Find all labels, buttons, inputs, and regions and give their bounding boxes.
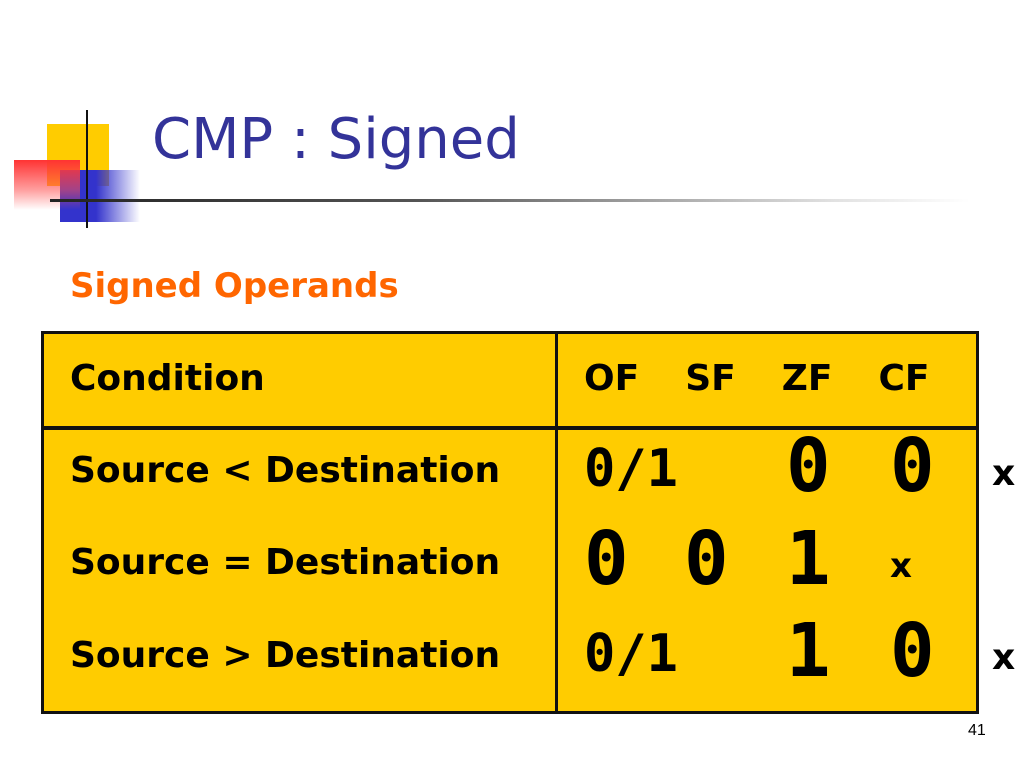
decor-red-square [14, 160, 80, 210]
row-2-of: 0 [584, 516, 629, 602]
row-1-condition: Source < Destination [70, 450, 501, 491]
row-3-cf: 0 [890, 608, 935, 694]
row-2-cf: x [890, 546, 912, 586]
header-flag-cf: CF [878, 358, 930, 399]
header-flags: OF SF ZF CF [584, 354, 929, 404]
table-header-divider [44, 426, 976, 430]
flags-table: Condition OF SF ZF CF Source < Destinati… [41, 331, 979, 714]
decor-vertical-line [86, 110, 88, 228]
row-2-zf: 1 [786, 516, 831, 602]
row-1-extra-x: x [992, 453, 1016, 494]
title-underline [50, 199, 970, 202]
header-flag-sf: SF [685, 358, 736, 399]
header-flag-zf: ZF [781, 358, 833, 399]
row-2-condition: Source = Destination [70, 542, 501, 583]
header-condition: Condition [70, 358, 265, 399]
row-3-zf: 1 [786, 608, 831, 694]
row-3-of-sf: 0/1 [584, 624, 678, 684]
header-flag-of: OF [584, 358, 640, 399]
row-1-cf: 0 [890, 423, 935, 509]
row-1-of-sf: 0/1 [584, 439, 678, 499]
row-2-sf: 0 [684, 516, 729, 602]
row-3-condition: Source > Destination [70, 635, 501, 676]
row-1-zf: 0 [786, 423, 831, 509]
slide-title: CMP : Signed [152, 107, 520, 172]
slide-subtitle: Signed Operands [70, 266, 399, 306]
table-column-divider [555, 334, 558, 711]
row-3-extra-x: x [992, 637, 1016, 678]
slide-number: 41 [968, 722, 986, 739]
